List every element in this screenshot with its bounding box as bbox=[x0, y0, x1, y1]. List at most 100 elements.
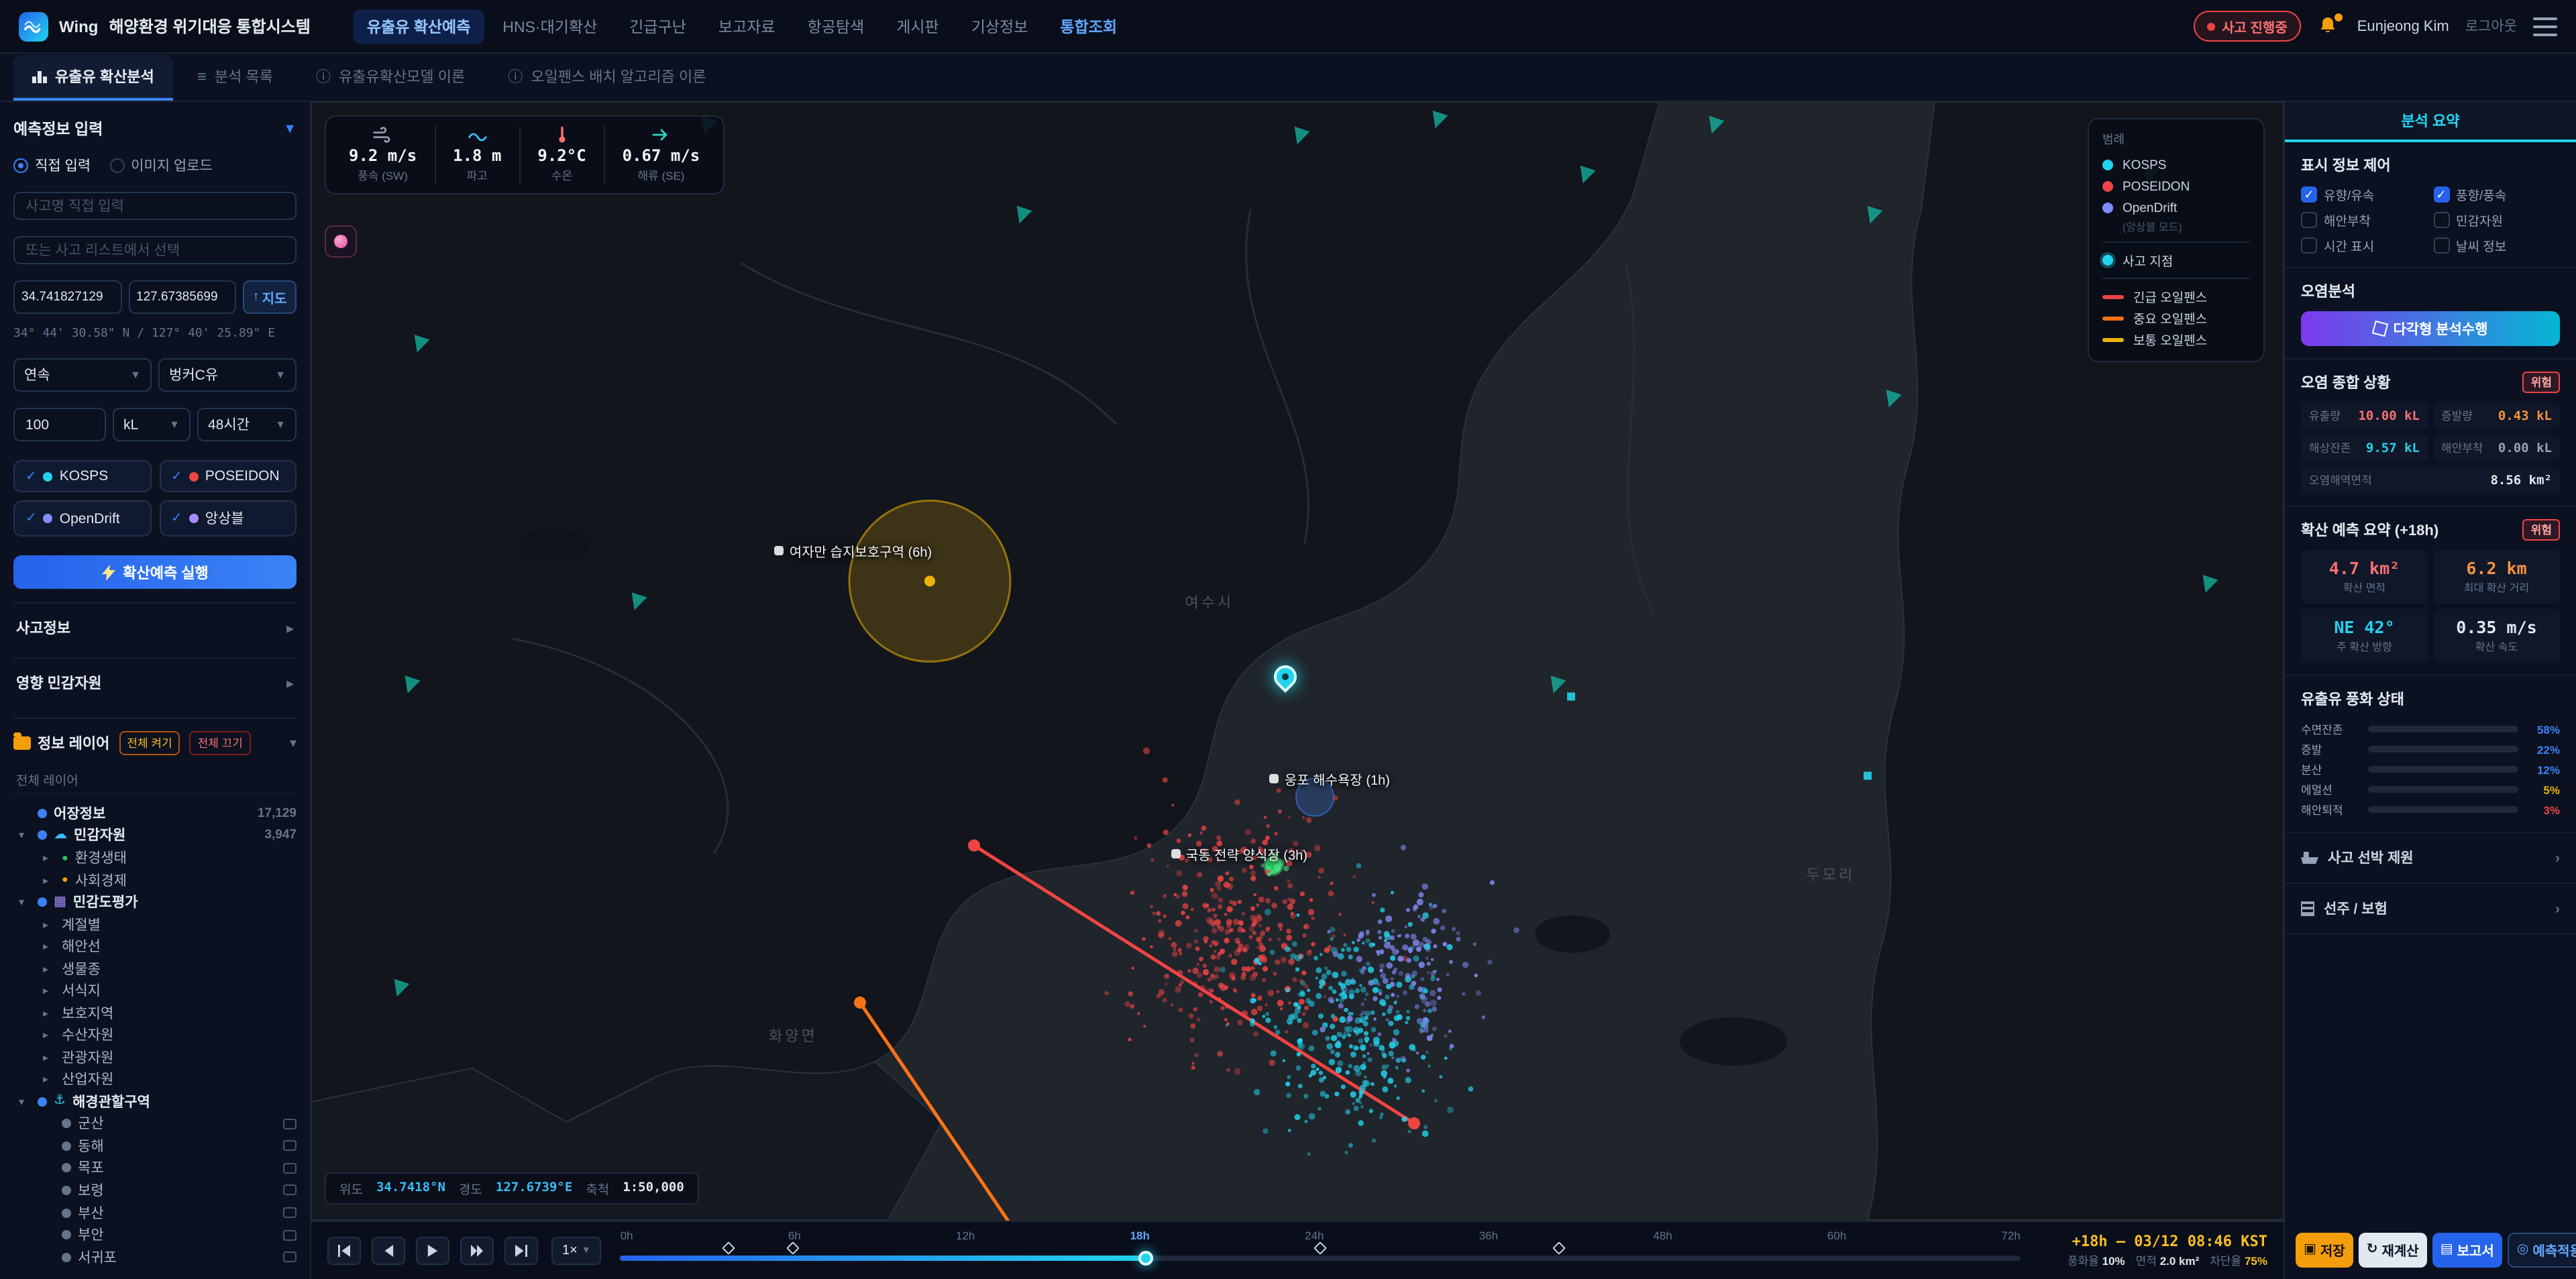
layer-tree-row[interactable]: 군산 bbox=[13, 1113, 297, 1135]
sub-tab[interactable]: 유출유 확산분석 bbox=[13, 55, 173, 101]
layer-tree-row[interactable]: 환경생태 bbox=[13, 847, 297, 869]
display-option-checkbox[interactable]: 유향/유속 bbox=[2301, 185, 2428, 204]
step-forward-button[interactable] bbox=[460, 1236, 494, 1264]
duration-select[interactable]: 48시간 ▼ bbox=[197, 408, 297, 442]
nav-item[interactable]: 긴급구난 bbox=[616, 9, 700, 44]
playback-speed-select[interactable]: 1× ▼ bbox=[551, 1236, 602, 1264]
nav-item[interactable]: HNS·대기확산 bbox=[489, 9, 610, 44]
layers-all-on-button[interactable]: 전체 켜기 bbox=[119, 731, 180, 756]
display-option-checkbox[interactable]: 시간 표시 bbox=[2301, 236, 2428, 255]
play-button[interactable] bbox=[416, 1236, 449, 1264]
skip-end-button[interactable] bbox=[504, 1236, 538, 1264]
sub-tab[interactable]: 분석 목록 bbox=[178, 55, 292, 101]
timeline-tick-label[interactable]: 48h bbox=[1653, 1228, 1672, 1241]
layer-tree-row[interactable]: 보령 bbox=[13, 1179, 297, 1201]
tree-caret-icon[interactable] bbox=[43, 940, 55, 952]
layer-tree-row[interactable]: 관광자원 bbox=[13, 1046, 297, 1068]
layer-tree-row[interactable]: 산업자원 bbox=[13, 1068, 297, 1091]
tree-caret-icon[interactable] bbox=[43, 985, 55, 997]
map-annotation-label[interactable]: 웅포 해수욕장 (1h) bbox=[1269, 769, 1390, 789]
layer-toggle-dot[interactable] bbox=[62, 1252, 71, 1262]
timeline-tick-label[interactable]: 18h bbox=[1130, 1228, 1150, 1241]
collapsible-detail-row[interactable]: 사고 선박 제원 › bbox=[2285, 833, 2576, 884]
map-annotation-label[interactable]: 국동 전략 양식장 (3h) bbox=[1171, 844, 1307, 865]
layer-tree-row[interactable]: 목포 bbox=[13, 1157, 297, 1179]
layer-tree-row[interactable]: 어장정보 17,129 bbox=[13, 802, 297, 824]
tree-caret-icon[interactable] bbox=[43, 1007, 55, 1019]
pick-on-map-button[interactable]: ↑ 지도 bbox=[243, 280, 297, 315]
user-name[interactable]: Eunjeong Kim bbox=[2357, 18, 2449, 34]
nav-item[interactable]: 기상정보 bbox=[958, 9, 1042, 44]
layers-header[interactable]: 정보 레이어 전체 켜기 전체 끄기 ▾ bbox=[13, 718, 297, 756]
nav-item[interactable]: 유출유 확산예측 bbox=[353, 9, 484, 44]
map-area[interactable]: 9.2 m/s 풍속 (SW) 1.8 m 파고 9.2°C 수온 0.67 m… bbox=[311, 102, 2284, 1220]
zoom-to-layer-icon[interactable] bbox=[283, 1207, 297, 1219]
nav-item[interactable]: 통합조회 bbox=[1046, 9, 1130, 44]
zoom-to-layer-icon[interactable] bbox=[283, 1140, 297, 1152]
layer-toggle-dot[interactable] bbox=[62, 1185, 71, 1195]
map-annotation-label[interactable]: 여자만 습지보호구역 (6h) bbox=[774, 540, 932, 560]
model-toggle-chip[interactable]: ✓ 앙상블 bbox=[159, 500, 297, 537]
spill-amount-input[interactable] bbox=[13, 408, 106, 442]
layer-tree-row[interactable]: 부산 bbox=[13, 1202, 297, 1224]
menu-hamburger-icon[interactable] bbox=[2533, 17, 2557, 36]
sub-tab[interactable]: 오일펜스 배치 알고리즘 이론 bbox=[489, 55, 724, 101]
important-oil-fence-line[interactable] bbox=[858, 1001, 1010, 1220]
incident-list-input[interactable] bbox=[13, 236, 297, 265]
timeline-tick-label[interactable]: 0h bbox=[621, 1228, 633, 1241]
layer-tree-row[interactable]: 계절별 bbox=[13, 913, 297, 936]
tree-caret-icon[interactable] bbox=[43, 962, 55, 975]
latitude-input[interactable] bbox=[13, 280, 121, 315]
notification-bell-icon[interactable] bbox=[2317, 13, 2343, 38]
model-toggle-chip[interactable]: ✓ POSEIDON bbox=[159, 460, 297, 493]
input-mode-radio[interactable]: 이미지 업로드 bbox=[109, 156, 213, 176]
layer-tree-row[interactable]: 생물종 bbox=[13, 958, 297, 980]
fence-endpoint-dot[interactable] bbox=[1408, 1117, 1420, 1129]
app-logo[interactable]: Wing 해양환경 위기대응 통합시스템 bbox=[19, 11, 311, 41]
oil-type-select[interactable]: 벙커C유 ▼ bbox=[158, 358, 297, 392]
step-back-button[interactable] bbox=[372, 1236, 405, 1264]
action-button[interactable]: 저장 bbox=[2296, 1232, 2353, 1267]
skip-start-button[interactable] bbox=[327, 1236, 361, 1264]
model-toggle-chip[interactable]: ✓ OpenDrift bbox=[13, 500, 151, 537]
layer-toggle-dot[interactable] bbox=[38, 808, 47, 818]
tree-caret-icon[interactable] bbox=[19, 896, 31, 908]
fence-event-marker[interactable] bbox=[1552, 1241, 1566, 1254]
tree-caret-icon[interactable] bbox=[19, 1096, 31, 1108]
tree-caret-icon[interactable] bbox=[19, 830, 31, 842]
spill-type-select[interactable]: 연속 ▼ bbox=[13, 358, 152, 392]
layer-tree-row[interactable]: 수산자원 bbox=[13, 1024, 297, 1046]
layer-tree-row[interactable]: 민감도평가 bbox=[13, 891, 297, 913]
layer-toggle-dot[interactable] bbox=[38, 1097, 47, 1107]
tree-caret-icon[interactable] bbox=[43, 874, 55, 886]
layer-tree-row[interactable]: 사회경제 bbox=[13, 869, 297, 891]
timeline-track-zone[interactable]: 0h 6h 12h 18h 24h 36h 48h 60h 72h bbox=[620, 1221, 2021, 1279]
tree-caret-icon[interactable] bbox=[43, 1074, 55, 1086]
fence-event-marker[interactable] bbox=[1313, 1241, 1328, 1254]
collapsible-detail-row[interactable]: 선주 / 보험 › bbox=[2285, 884, 2576, 935]
prediction-input-header[interactable]: 예측정보 입력 ▼ bbox=[13, 113, 297, 145]
layer-tree-row[interactable]: 보호지역 bbox=[13, 1002, 297, 1024]
layer-tree-row[interactable]: 해경관할구역 bbox=[13, 1091, 297, 1113]
timeline-tick-label[interactable]: 36h bbox=[1479, 1228, 1498, 1241]
zoom-to-layer-icon[interactable] bbox=[283, 1252, 297, 1263]
timeline-tick-label[interactable]: 60h bbox=[1827, 1228, 1846, 1241]
layer-tree-row[interactable]: 해안선 bbox=[13, 936, 297, 958]
fence-event-marker[interactable] bbox=[721, 1241, 735, 1254]
layer-toggle-dot[interactable] bbox=[62, 1208, 71, 1218]
logout-link[interactable]: 로그아웃 bbox=[2465, 16, 2517, 36]
model-toggle-chip[interactable]: ✓ KOSPS bbox=[13, 460, 151, 493]
timeline-tick-label[interactable]: 12h bbox=[956, 1228, 975, 1241]
fence-endpoint-dot[interactable] bbox=[968, 839, 980, 852]
timeline-tick-label[interactable]: 6h bbox=[788, 1228, 801, 1241]
zoom-to-layer-icon[interactable] bbox=[283, 1184, 297, 1196]
zoom-to-layer-icon[interactable] bbox=[283, 1229, 297, 1241]
collapsible-section[interactable]: 영향 민감자원 ▸ bbox=[13, 657, 297, 707]
fence-event-marker[interactable] bbox=[786, 1241, 800, 1254]
layer-toggle-dot[interactable] bbox=[38, 830, 47, 840]
layer-toggle-dot[interactable] bbox=[62, 1230, 71, 1240]
display-option-checkbox[interactable]: 해안부착 bbox=[2301, 211, 2428, 229]
collapsible-section[interactable]: 사고정보 ▸ bbox=[13, 602, 297, 652]
display-option-checkbox[interactable]: 민감자원 bbox=[2433, 211, 2560, 229]
action-button[interactable]: 예측적용 bbox=[2507, 1232, 2576, 1267]
